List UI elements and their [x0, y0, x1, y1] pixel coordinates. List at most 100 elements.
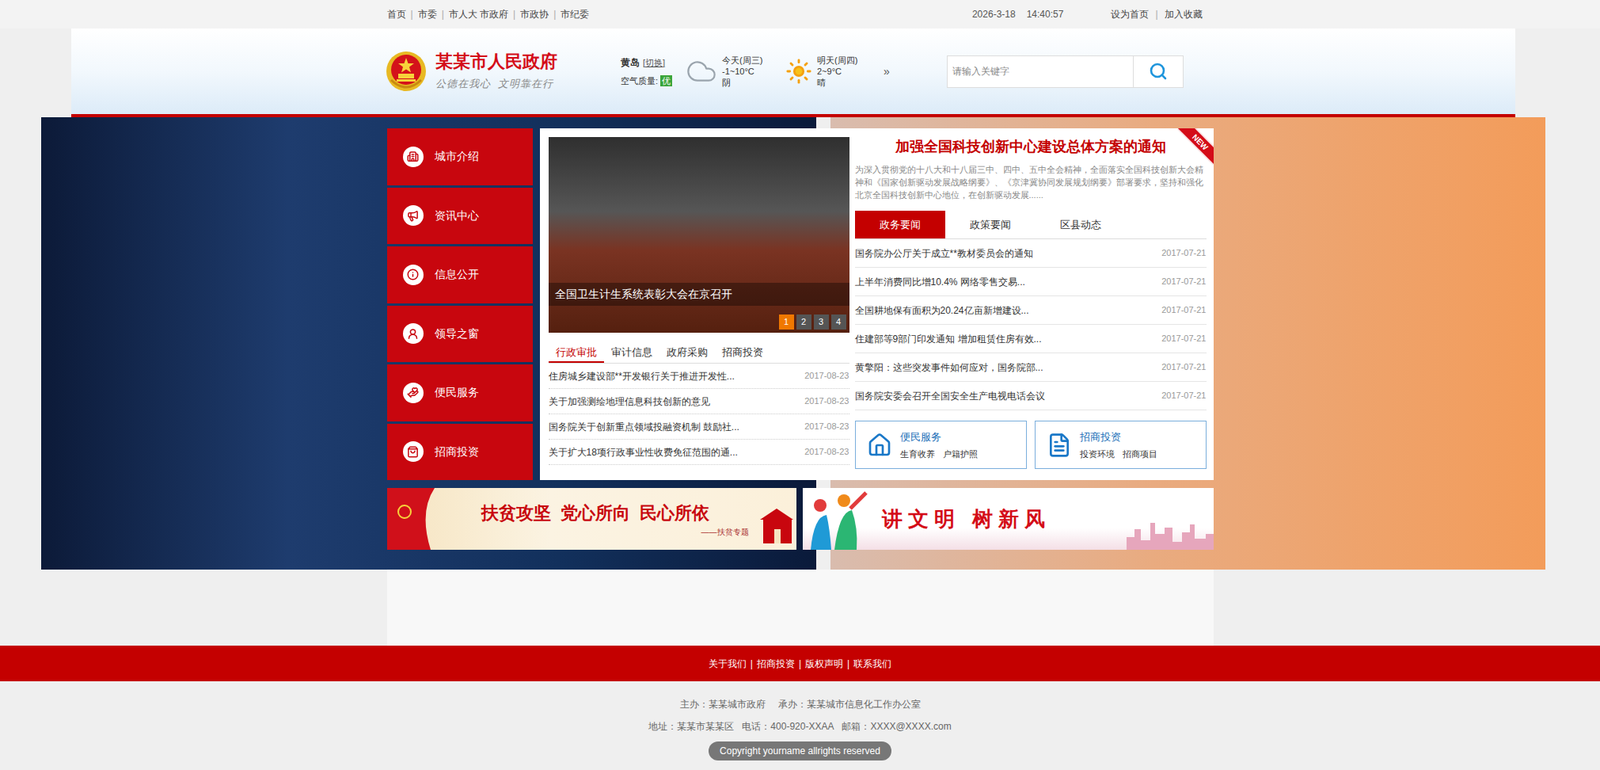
left-tab[interactable]: 招商投资 — [714, 342, 771, 363]
news-row[interactable]: 黄擎阳：这些突发事件如何应对，国务院部...2017-07-21 — [855, 353, 1207, 382]
air-label: 空气质量: — [620, 74, 658, 88]
menu-item-label: 便民服务 — [434, 383, 479, 401]
news-title: 关于扩大18项行政事业性收费免征范围的通... — [548, 444, 738, 460]
separator: | — [441, 7, 445, 22]
news-title: 全国耕地保有面积为20.24亿亩新增建设... — [855, 303, 1030, 318]
footer-link[interactable]: 招商投资 — [756, 656, 795, 671]
civility-banner[interactable]: 讲 文 明 树 新 风 — [802, 487, 1214, 550]
news-row[interactable]: 国务院关于创新重点领域投融资机制 鼓励社... 2017-08-23 — [548, 414, 850, 440]
top-link[interactable]: 市政协 — [520, 7, 549, 22]
slideshow[interactable]: 全国卫生计生系统表彰大会在京召开 1234 — [548, 136, 850, 333]
news-title: 住房城乡建设部**开发银行关于推进开发性... — [548, 368, 735, 384]
gate-icon — [756, 487, 797, 550]
menu-item-icon — [402, 264, 424, 286]
banners: 扶贫攻坚 党心所向 民心所依——扶贫专题讲 文 明 树 新 风 — [387, 487, 1214, 550]
flag-icon — [387, 487, 435, 550]
footer-link[interactable]: 关于我们 — [708, 656, 747, 671]
top-action[interactable]: 加入收藏 — [1164, 7, 1203, 22]
slide-page[interactable]: 3 — [813, 314, 829, 330]
menu-item-label: 招商投资 — [434, 443, 479, 460]
skyline-icon — [1126, 517, 1214, 550]
service-box[interactable]: 便民服务生育收养户籍护照 — [855, 420, 1027, 469]
menu-item-icon — [402, 382, 424, 403]
menu-item-icon — [402, 440, 424, 462]
menu-item-label: 城市介绍 — [434, 148, 479, 165]
news-title: 国务院关于创新重点领域投融资机制 鼓励社... — [548, 419, 740, 434]
news-row[interactable]: 关于加强测绘地理信息科技创新的意见 2017-08-23 — [548, 388, 850, 415]
footer-link[interactable]: 联系我们 — [853, 656, 892, 671]
side-menu: 城市介绍资讯中心信息公开领导之窗便民服务招商投资 — [387, 128, 533, 480]
copyright: Copyright yourname allrights reserved — [708, 741, 892, 761]
top-link[interactable]: 市纪委 — [560, 7, 590, 22]
news-row[interactable]: 全国耕地保有面积为20.24亿亩新增建设...2017-07-21 — [855, 296, 1207, 325]
news-row[interactable]: 住建部等9部门印发通知 增加租赁住房有效...2017-07-21 — [855, 324, 1207, 354]
menu-item-icon — [402, 323, 424, 344]
weather-more[interactable]: » — [883, 63, 890, 80]
slide-page[interactable]: 2 — [796, 314, 812, 330]
service-box-title: 便民服务 — [900, 429, 978, 445]
news-date: 2017-08-23 — [804, 419, 849, 434]
left-tab[interactable]: 政府采购 — [659, 342, 715, 363]
separator: | — [847, 656, 850, 671]
search-bar — [946, 55, 1184, 88]
news-row[interactable]: 关于扩大18项行政事业性收费免征范围的通...2017-08-23 — [548, 439, 850, 465]
side-menu-item[interactable]: 城市介绍 — [387, 128, 533, 186]
service-box-link[interactable]: 投资环境 — [1079, 447, 1115, 461]
news-title: 国务院安委会召开全国安全生产电视电话会议 — [855, 388, 1046, 403]
news-row[interactable]: 住房城乡建设部**开发银行关于推进开发性...2017-08-23 — [548, 363, 850, 389]
side-menu-item[interactable]: 资讯中心 — [387, 187, 533, 245]
news-row[interactable]: 国务院办公厅关于成立**教材委员会的通知2017-07-21 — [855, 239, 1207, 268]
top-link[interactable]: 市人大 市政府 — [448, 7, 509, 22]
time: 14:40:57 — [1026, 7, 1065, 22]
news-title: 关于加强测绘地理信息科技创新的意见 — [548, 394, 711, 409]
figures-icon — [802, 487, 875, 550]
top-link[interactable]: 首页 — [387, 7, 407, 22]
search-input[interactable] — [946, 55, 1134, 88]
side-menu-item[interactable]: 领导之窗 — [387, 305, 533, 363]
news-row[interactable]: 上半年消费同比增10.4% 网络零售交易...2017-07-21 — [855, 267, 1207, 297]
footer-link[interactable]: 版权声明 — [805, 656, 844, 671]
sun-icon — [785, 57, 813, 85]
service-box[interactable]: 招商投资投资环境招商项目 — [1034, 420, 1207, 469]
separator: | — [553, 7, 556, 22]
footer-phone: 电话：400-920-XXAA — [741, 718, 834, 734]
news-date: 2017-08-23 — [804, 394, 849, 408]
top-links: 首页|市委|市人大 市政府|市政协|市纪委 — [387, 7, 590, 22]
news-date: 2017-07-21 — [1161, 246, 1206, 260]
top-action[interactable]: 设为首页 — [1110, 7, 1149, 22]
footer-email: 邮箱：XXXX@XXXX.com — [841, 718, 951, 734]
slide-caption: 全国卫生计生系统表彰大会在京召开 — [548, 282, 850, 306]
top-link[interactable]: 市委 — [418, 7, 438, 22]
news-date: 2017-07-21 — [1161, 274, 1206, 289]
search-button[interactable] — [1133, 55, 1184, 88]
separator: | — [513, 7, 516, 22]
day-condition: 晴 — [817, 76, 875, 88]
weather-day: 明天(周四)2~9°C晴 — [785, 54, 875, 88]
logo[interactable]: 某某市人民政府公德在我心 文明靠在行 — [380, 49, 621, 93]
side-menu-item[interactable]: 便民服务 — [387, 364, 533, 422]
slide-page[interactable]: 4 — [831, 314, 847, 330]
side-menu-item[interactable]: 招商投资 — [387, 423, 533, 481]
service-box-link[interactable]: 户籍护照 — [942, 447, 978, 461]
right-tab[interactable]: 政策要闻 — [945, 210, 1036, 239]
side-menu-item[interactable]: 信息公开 — [387, 246, 533, 304]
slide-page[interactable]: 1 — [779, 314, 795, 330]
news-row[interactable]: 国务院安委会召开全国安全生产电视电话会议2017-07-21 — [855, 381, 1207, 411]
left-tab[interactable]: 行政审批 — [548, 342, 605, 363]
service-box-link[interactable]: 生育收养 — [900, 447, 935, 461]
poverty-banner[interactable]: 扶贫攻坚 党心所向 民心所依——扶贫专题 — [387, 487, 797, 550]
separator: | — [750, 656, 753, 671]
right-tab[interactable]: 政务要闻 — [855, 210, 946, 239]
feature-summary: 为深入贯彻党的十八大和十八届三中、四中、五中全会精神，全面落实全国科技创新大会精… — [855, 163, 1207, 202]
left-tab[interactable]: 审计信息 — [604, 342, 660, 363]
right-tab[interactable]: 区县动态 — [1035, 210, 1126, 239]
switch-city[interactable]: [切换] — [642, 56, 666, 70]
service-box-icon — [866, 432, 893, 458]
service-box-icon — [1046, 432, 1072, 458]
service-box-link[interactable]: 招商项目 — [1122, 447, 1158, 461]
day-label: 明天(周四) — [817, 54, 875, 66]
feature-title[interactable]: 加强全国科技创新中心建设总体方案的通知 — [855, 136, 1207, 157]
banner-subtitle: ——扶贫专题 — [701, 525, 749, 538]
day-label: 今天(周三) — [722, 54, 780, 66]
date: 2026-3-18 — [972, 7, 1016, 22]
